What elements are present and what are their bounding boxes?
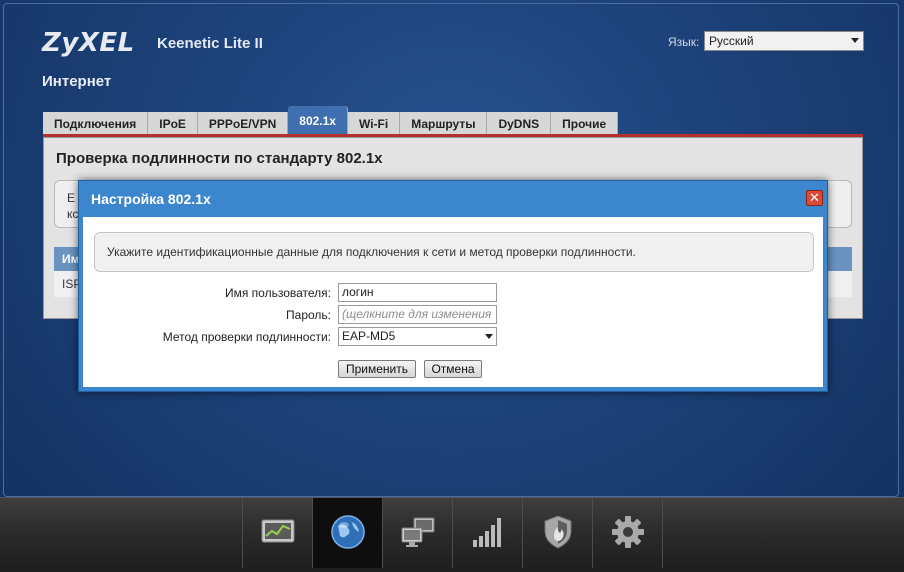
- language-select[interactable]: Русский: [704, 31, 864, 51]
- tab-routes[interactable]: Маршруты: [400, 112, 488, 136]
- bottom-nav-bar: [0, 497, 904, 572]
- tab-pppoe-vpn[interactable]: PPPoE/VPN: [197, 112, 289, 136]
- nav-system[interactable]: [593, 498, 663, 568]
- tab-dydns[interactable]: DyDNS: [487, 112, 552, 136]
- password-label: Пароль:: [286, 308, 331, 322]
- chevron-down-icon: [851, 38, 859, 43]
- computers-network-icon: [401, 517, 435, 547]
- signal-bars-icon: [473, 518, 501, 547]
- password-field[interactable]: (щелкните для изменения: [338, 305, 497, 324]
- nav-security[interactable]: [523, 498, 593, 568]
- nav-home-network[interactable]: [383, 498, 453, 568]
- language-value: Русский: [709, 34, 754, 48]
- tab-connections[interactable]: Подключения: [43, 112, 149, 136]
- panel-info-line2: кс: [67, 207, 79, 221]
- nav-divider: [662, 498, 663, 568]
- shield-icon: [544, 515, 572, 549]
- username-field[interactable]: логин: [338, 283, 497, 302]
- tab-other[interactable]: Прочие: [551, 112, 619, 136]
- nav-system-monitor[interactable]: [243, 498, 313, 568]
- auth-method-label: Метод проверки подлинности:: [162, 330, 331, 344]
- gear-icon: [612, 516, 644, 548]
- tab-wifi[interactable]: Wi-Fi: [347, 112, 401, 136]
- auth-method-value: EAP-MD5: [342, 329, 396, 343]
- apply-button[interactable]: Применить: [338, 360, 416, 378]
- close-icon[interactable]: ✕: [806, 190, 823, 206]
- page-title: Интернет: [42, 73, 112, 90]
- cancel-button[interactable]: Отмена: [424, 360, 482, 378]
- device-model: Keenetic Lite II: [157, 35, 263, 52]
- tab-ipoe[interactable]: IPoE: [148, 112, 198, 136]
- table-header-name: Им: [62, 252, 80, 266]
- panel-title: Проверка подлинности по стандарту 802.1x: [56, 150, 383, 167]
- tab-802-1x[interactable]: 802.1x: [288, 106, 348, 136]
- nav-wifi[interactable]: [453, 498, 523, 568]
- globe-icon: [331, 515, 365, 549]
- chevron-down-icon: [485, 334, 493, 339]
- settings-dialog: Настройка 802.1x ✕ Укажите идентификацио…: [78, 180, 828, 392]
- tab-bar: Подключения IPoE PPPoE/VPN 802.1x Wi-Fi …: [43, 106, 619, 136]
- username-label: Имя пользователя:: [224, 286, 331, 300]
- panel-info-line1: Е: [67, 191, 76, 205]
- monitor-chart-icon: [261, 519, 295, 543]
- hint-box: Укажите идентификационные данные для под…: [94, 232, 814, 272]
- auth-method-select[interactable]: EAP-MD5: [338, 327, 497, 346]
- nav-internet[interactable]: [313, 498, 383, 568]
- hint-text: Укажите идентификационные данные для под…: [107, 245, 636, 259]
- dialog-title: Настройка 802.1x: [91, 191, 211, 207]
- dialog-body: Укажите идентификационные данные для под…: [83, 217, 823, 387]
- zyxel-logo: ZyXEL: [42, 28, 135, 58]
- language-label: Язык:: [668, 35, 700, 49]
